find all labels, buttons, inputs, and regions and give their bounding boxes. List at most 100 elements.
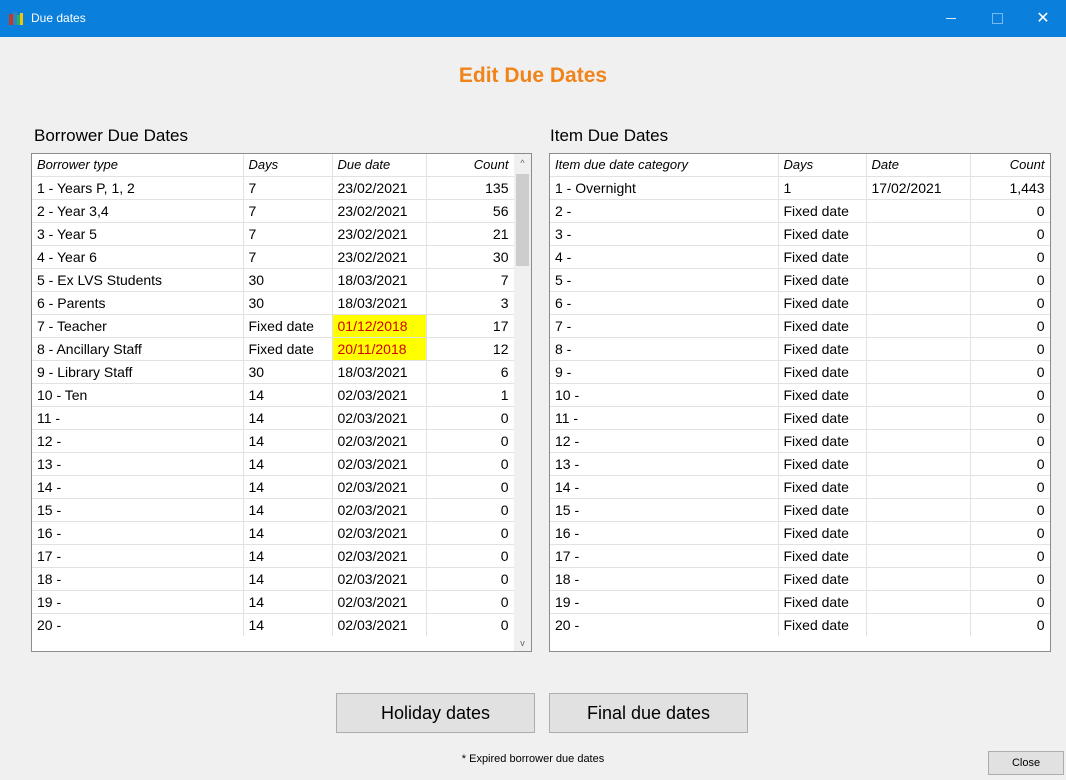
table-row[interactable]: 13 -14 02/03/2021 0: [32, 452, 515, 476]
table-row[interactable]: 16 - Fixed date 0: [550, 521, 1050, 545]
date-cell: [866, 199, 971, 223]
date-cell: [866, 498, 971, 522]
expired-footnote: * Expired borrower due dates: [461, 753, 605, 765]
column-header-item-category[interactable]: Item due date category: [550, 154, 779, 177]
column-header-count[interactable]: Count: [426, 154, 515, 177]
table-row[interactable]: 5 - Ex LVS Students 30 18/03/2021 7: [32, 268, 515, 292]
close-window-button[interactable]: ✕: [1020, 0, 1066, 37]
borrower-due-dates-grid[interactable]: Borrower type Days Due date Count 1 - Ye…: [31, 153, 532, 652]
minimize-button[interactable]: [928, 0, 974, 37]
days-cell: 14: [243, 544, 333, 568]
item-category-cell: 14 -: [550, 475, 779, 499]
final-due-dates-button[interactable]: Final due dates: [549, 693, 748, 733]
count-cell: 0: [970, 199, 1050, 223]
item-category-cell: 17 -: [550, 544, 779, 568]
item-category-cell: 4 -: [550, 245, 779, 269]
maximize-button[interactable]: [974, 0, 1020, 37]
table-row[interactable]: 11 - Fixed date 0: [550, 406, 1050, 430]
table-row[interactable]: 6 - Parents 30 18/03/2021 3: [32, 291, 515, 315]
date-cell: [866, 544, 971, 568]
table-row[interactable]: 19 - Fixed date 0: [550, 590, 1050, 614]
table-row[interactable]: 10 - Fixed date 0: [550, 383, 1050, 407]
borrower-type-cell: 17 -: [32, 544, 244, 568]
table-row[interactable]: 12 -14 02/03/2021 0: [32, 429, 515, 453]
count-cell: 0: [426, 452, 515, 476]
table-row[interactable]: 2 - Fixed date 0: [550, 199, 1050, 223]
days-cell: Fixed date: [778, 383, 867, 407]
table-row[interactable]: 1 - Overnight 1 17/02/2021 1,443: [550, 176, 1050, 200]
item-header-row: Item due date category Days Date Count: [550, 154, 1050, 177]
scroll-up-button[interactable]: ^: [514, 154, 531, 171]
table-row[interactable]: 9 - Library Staff 30 18/03/2021 6: [32, 360, 515, 384]
table-row[interactable]: 2 - Year 3,4 7 23/02/2021 56: [32, 199, 515, 223]
table-row[interactable]: 14 - Fixed date 0: [550, 475, 1050, 499]
table-row[interactable]: 3 - Year 5 7 23/02/2021 21: [32, 222, 515, 246]
borrower-vertical-scrollbar[interactable]: ^ v: [514, 154, 531, 651]
column-header-days[interactable]: Days: [243, 154, 333, 177]
count-cell: 0: [426, 475, 515, 499]
table-row[interactable]: 12 - Fixed date 0: [550, 429, 1050, 453]
title-bar[interactable]: Due dates ✕: [0, 0, 1066, 37]
table-row[interactable]: 4 - Fixed date 0: [550, 245, 1050, 269]
table-row[interactable]: 4 - Year 6 7 23/02/2021 30: [32, 245, 515, 269]
date-cell: [866, 291, 971, 315]
item-category-cell: 9 -: [550, 360, 779, 384]
borrower-type-cell: 2 - Year 3,4: [32, 199, 244, 223]
table-row[interactable]: 16 -14 02/03/2021 0: [32, 521, 515, 545]
table-row[interactable]: 5 - Fixed date 0: [550, 268, 1050, 292]
item-category-cell: 3 -: [550, 222, 779, 246]
table-row[interactable]: 18 - Fixed date 0: [550, 567, 1050, 591]
table-row[interactable]: 20 -14 02/03/2021 0: [32, 613, 515, 636]
table-row[interactable]: 1 - Years P, 1, 2 7 23/02/2021 135: [32, 176, 515, 200]
count-cell: 0: [970, 337, 1050, 361]
table-row[interactable]: 8 - Fixed date 0: [550, 337, 1050, 361]
table-row[interactable]: 7 - Fixed date 0: [550, 314, 1050, 338]
table-row[interactable]: 14 -14 02/03/2021 0: [32, 475, 515, 499]
table-row[interactable]: 10 - Ten 14 02/03/2021 1: [32, 383, 515, 407]
days-cell: Fixed date: [778, 268, 867, 292]
table-row[interactable]: 18 -14 02/03/2021 0: [32, 567, 515, 591]
table-row[interactable]: 9 - Fixed date 0: [550, 360, 1050, 384]
count-cell: 0: [970, 475, 1050, 499]
holiday-dates-button[interactable]: Holiday dates: [336, 693, 535, 733]
table-row[interactable]: 19 -14 02/03/2021 0: [32, 590, 515, 614]
minimize-icon: [946, 18, 956, 19]
table-row[interactable]: 3 - Fixed date 0: [550, 222, 1050, 246]
count-cell: 0: [970, 291, 1050, 315]
close-button[interactable]: Close: [988, 751, 1064, 775]
count-cell: 12: [426, 337, 515, 361]
borrower-type-cell: 8 - Ancillary Staff: [32, 337, 244, 361]
scroll-thumb[interactable]: [516, 174, 529, 266]
count-cell: 56: [426, 199, 515, 223]
column-header-borrower-type[interactable]: Borrower type: [32, 154, 244, 177]
borrower-type-cell: 18 -: [32, 567, 244, 591]
count-cell: 0: [970, 429, 1050, 453]
table-row[interactable]: 15 - Fixed date 0: [550, 498, 1050, 522]
column-header-count[interactable]: Count: [970, 154, 1050, 177]
table-row[interactable]: 17 - Fixed date 0: [550, 544, 1050, 568]
days-cell: Fixed date: [778, 337, 867, 361]
table-row[interactable]: 11 -14 02/03/2021 0: [32, 406, 515, 430]
count-cell: 21: [426, 222, 515, 246]
due-date-cell: 02/03/2021: [332, 613, 427, 636]
table-row[interactable]: 17 -14 02/03/2021 0: [32, 544, 515, 568]
due-date-cell: 02/03/2021: [332, 567, 427, 591]
table-row[interactable]: 7 - Teacher Fixed date 01/12/2018 17: [32, 314, 515, 338]
count-cell: 0: [426, 613, 515, 636]
column-header-due-date[interactable]: Due date: [332, 154, 427, 177]
borrower-type-cell: 1 - Years P, 1, 2: [32, 176, 244, 200]
days-cell: Fixed date: [778, 222, 867, 246]
table-row[interactable]: 20 - Fixed date 0: [550, 613, 1050, 636]
table-row[interactable]: 13 - Fixed date 0: [550, 452, 1050, 476]
table-row[interactable]: 6 - Fixed date 0: [550, 291, 1050, 315]
column-header-date[interactable]: Date: [866, 154, 971, 177]
column-header-days[interactable]: Days: [778, 154, 867, 177]
count-cell: 0: [426, 406, 515, 430]
due-date-cell: 23/02/2021: [332, 176, 427, 200]
table-row[interactable]: 8 - Ancillary Staff Fixed date 20/11/2018 1…: [32, 337, 515, 361]
borrower-type-cell: 13 -: [32, 452, 244, 476]
date-cell: [866, 475, 971, 499]
scroll-down-button[interactable]: v: [514, 634, 531, 651]
table-row[interactable]: 15 -14 02/03/2021 0: [32, 498, 515, 522]
item-due-dates-grid[interactable]: Item due date category Days Date Count 1…: [549, 153, 1051, 652]
